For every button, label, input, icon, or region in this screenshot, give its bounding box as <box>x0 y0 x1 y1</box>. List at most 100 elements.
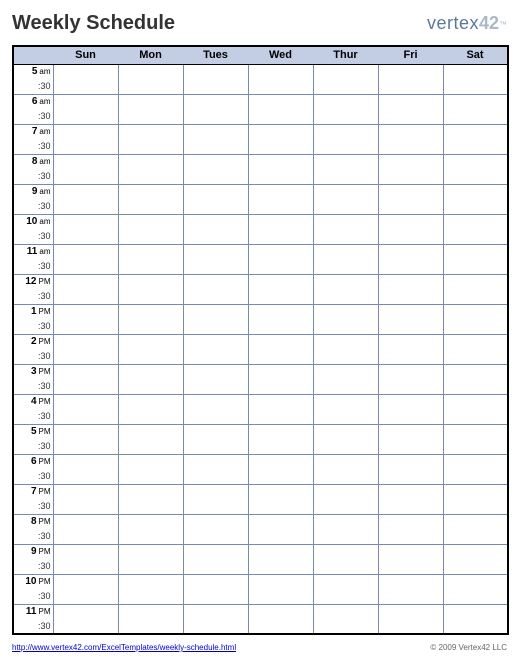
source-link[interactable]: http://www.vertex42.com/ExcelTemplates/w… <box>12 643 236 652</box>
schedule-cell[interactable] <box>313 604 378 619</box>
schedule-cell[interactable] <box>183 499 248 514</box>
schedule-cell[interactable] <box>53 304 118 319</box>
schedule-cell[interactable] <box>443 214 508 229</box>
schedule-cell[interactable] <box>118 619 183 634</box>
schedule-cell[interactable] <box>53 139 118 154</box>
schedule-cell[interactable] <box>118 79 183 94</box>
schedule-cell[interactable] <box>248 319 313 334</box>
schedule-cell[interactable] <box>248 394 313 409</box>
schedule-cell[interactable] <box>53 214 118 229</box>
schedule-cell[interactable] <box>118 304 183 319</box>
schedule-cell[interactable] <box>443 604 508 619</box>
schedule-cell[interactable] <box>443 574 508 589</box>
schedule-cell[interactable] <box>53 94 118 109</box>
schedule-cell[interactable] <box>443 589 508 604</box>
schedule-cell[interactable] <box>313 214 378 229</box>
schedule-cell[interactable] <box>118 169 183 184</box>
schedule-cell[interactable] <box>313 589 378 604</box>
schedule-cell[interactable] <box>118 274 183 289</box>
schedule-cell[interactable] <box>248 574 313 589</box>
schedule-cell[interactable] <box>183 259 248 274</box>
schedule-cell[interactable] <box>183 379 248 394</box>
schedule-cell[interactable] <box>313 94 378 109</box>
schedule-cell[interactable] <box>183 109 248 124</box>
schedule-cell[interactable] <box>248 544 313 559</box>
schedule-cell[interactable] <box>443 439 508 454</box>
schedule-cell[interactable] <box>378 529 443 544</box>
schedule-cell[interactable] <box>378 274 443 289</box>
schedule-cell[interactable] <box>248 604 313 619</box>
schedule-cell[interactable] <box>248 304 313 319</box>
schedule-cell[interactable] <box>248 259 313 274</box>
schedule-cell[interactable] <box>183 289 248 304</box>
schedule-cell[interactable] <box>118 424 183 439</box>
schedule-cell[interactable] <box>183 169 248 184</box>
schedule-cell[interactable] <box>248 619 313 634</box>
schedule-cell[interactable] <box>53 274 118 289</box>
schedule-cell[interactable] <box>183 619 248 634</box>
schedule-cell[interactable] <box>443 334 508 349</box>
schedule-cell[interactable] <box>313 409 378 424</box>
schedule-cell[interactable] <box>378 454 443 469</box>
schedule-cell[interactable] <box>183 94 248 109</box>
schedule-cell[interactable] <box>53 529 118 544</box>
schedule-cell[interactable] <box>443 79 508 94</box>
schedule-cell[interactable] <box>313 154 378 169</box>
schedule-cell[interactable] <box>313 349 378 364</box>
schedule-cell[interactable] <box>248 154 313 169</box>
schedule-cell[interactable] <box>443 169 508 184</box>
schedule-cell[interactable] <box>378 424 443 439</box>
schedule-cell[interactable] <box>443 319 508 334</box>
schedule-cell[interactable] <box>183 154 248 169</box>
schedule-cell[interactable] <box>378 439 443 454</box>
schedule-cell[interactable] <box>118 259 183 274</box>
schedule-cell[interactable] <box>53 394 118 409</box>
schedule-cell[interactable] <box>53 409 118 424</box>
schedule-cell[interactable] <box>378 409 443 424</box>
schedule-cell[interactable] <box>53 244 118 259</box>
schedule-cell[interactable] <box>248 379 313 394</box>
schedule-cell[interactable] <box>443 289 508 304</box>
schedule-cell[interactable] <box>443 394 508 409</box>
schedule-cell[interactable] <box>118 379 183 394</box>
schedule-cell[interactable] <box>313 499 378 514</box>
schedule-cell[interactable] <box>248 199 313 214</box>
schedule-cell[interactable] <box>118 394 183 409</box>
schedule-cell[interactable] <box>378 229 443 244</box>
schedule-cell[interactable] <box>53 364 118 379</box>
schedule-cell[interactable] <box>183 319 248 334</box>
schedule-cell[interactable] <box>443 424 508 439</box>
schedule-cell[interactable] <box>53 349 118 364</box>
schedule-cell[interactable] <box>443 229 508 244</box>
schedule-cell[interactable] <box>118 514 183 529</box>
schedule-cell[interactable] <box>53 514 118 529</box>
schedule-cell[interactable] <box>183 589 248 604</box>
schedule-cell[interactable] <box>313 559 378 574</box>
schedule-cell[interactable] <box>443 184 508 199</box>
schedule-cell[interactable] <box>313 244 378 259</box>
schedule-cell[interactable] <box>443 529 508 544</box>
schedule-cell[interactable] <box>53 229 118 244</box>
schedule-cell[interactable] <box>183 469 248 484</box>
schedule-cell[interactable] <box>53 424 118 439</box>
schedule-cell[interactable] <box>183 454 248 469</box>
schedule-cell[interactable] <box>378 394 443 409</box>
schedule-cell[interactable] <box>378 109 443 124</box>
schedule-cell[interactable] <box>118 289 183 304</box>
schedule-cell[interactable] <box>183 304 248 319</box>
schedule-cell[interactable] <box>313 109 378 124</box>
schedule-cell[interactable] <box>183 79 248 94</box>
schedule-cell[interactable] <box>118 604 183 619</box>
schedule-cell[interactable] <box>248 214 313 229</box>
schedule-cell[interactable] <box>248 244 313 259</box>
schedule-cell[interactable] <box>313 169 378 184</box>
schedule-cell[interactable] <box>248 289 313 304</box>
schedule-cell[interactable] <box>183 124 248 139</box>
schedule-cell[interactable] <box>378 469 443 484</box>
schedule-cell[interactable] <box>378 484 443 499</box>
schedule-cell[interactable] <box>183 409 248 424</box>
schedule-cell[interactable] <box>248 499 313 514</box>
schedule-cell[interactable] <box>118 364 183 379</box>
schedule-cell[interactable] <box>183 439 248 454</box>
schedule-cell[interactable] <box>313 424 378 439</box>
